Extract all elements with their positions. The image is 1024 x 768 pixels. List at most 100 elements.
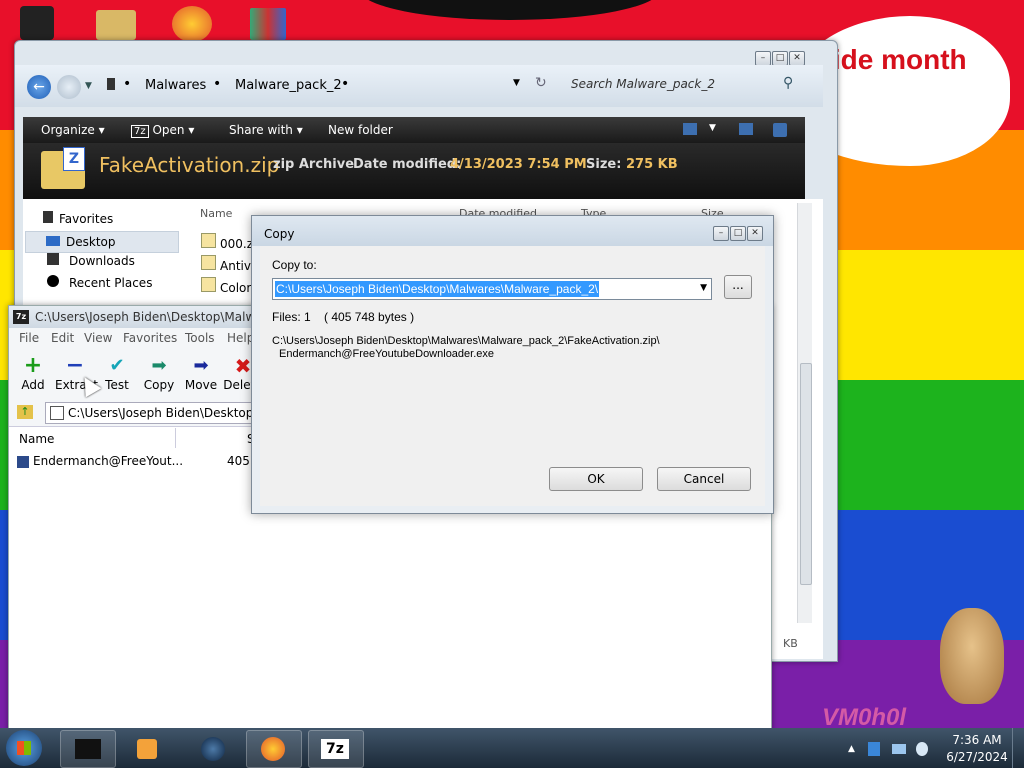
nav-item-desktop[interactable]: Desktop bbox=[25, 231, 179, 253]
minimize-button[interactable]: – bbox=[755, 51, 771, 66]
copy-to-combobox[interactable]: C:\Users\Joseph Biden\Desktop\Malwares\M… bbox=[272, 278, 712, 300]
tray-app-icon[interactable] bbox=[868, 742, 880, 756]
taskbar-7zip-button[interactable]: 7z bbox=[308, 730, 364, 768]
preview-pane-icon[interactable] bbox=[739, 123, 753, 135]
breadcrumb-separator: • bbox=[341, 76, 350, 92]
file-row[interactable]: Antivi bbox=[201, 255, 254, 273]
show-desktop-button[interactable] bbox=[1012, 728, 1024, 768]
clock-time[interactable]: 7:36 AM bbox=[952, 733, 1002, 747]
recent-places-icon bbox=[47, 275, 59, 287]
organize-button[interactable]: Organize ▾ bbox=[41, 123, 105, 137]
address-dropdown-icon[interactable]: ▼ bbox=[513, 78, 520, 88]
breadcrumb-malware-pack-2[interactable]: Malware_pack_2 bbox=[235, 78, 342, 93]
clock-date[interactable]: 6/27/2024 bbox=[944, 750, 1010, 764]
black-box-icon bbox=[75, 739, 101, 759]
desktop-icon-books[interactable] bbox=[250, 8, 286, 40]
7zip-title: C:\Users\Joseph Biden\Desktop\Malwares bbox=[35, 310, 281, 324]
plus-icon: + bbox=[23, 353, 43, 378]
windows-logo-icon bbox=[17, 741, 31, 755]
combobox-dropdown-icon[interactable]: ▼ bbox=[700, 283, 707, 293]
copy-dialog: Copy – □ ✕ Copy to: C:\Users\Joseph Bide… bbox=[251, 215, 774, 514]
files-info: Files: 1 ( 405 748 bytes ) bbox=[272, 310, 415, 324]
view-dropdown-icon[interactable]: ▼ bbox=[709, 123, 716, 133]
copy-button[interactable]: ➡ Copy bbox=[139, 348, 179, 393]
nav-item-downloads[interactable]: Downloads bbox=[47, 253, 135, 268]
7zip-app-icon: 7z bbox=[13, 310, 29, 324]
dialog-maximize-button[interactable]: □ bbox=[730, 226, 746, 241]
up-folder-icon[interactable]: ↑ bbox=[17, 405, 33, 419]
breadcrumb-separator: • bbox=[213, 76, 222, 92]
details-file-type: zip Archive bbox=[273, 157, 355, 172]
ok-button[interactable]: OK bbox=[549, 467, 643, 491]
show-hidden-icons-icon[interactable]: ▲ bbox=[848, 744, 855, 754]
menu-file[interactable]: File bbox=[19, 331, 39, 345]
address-bar[interactable]: • Malwares • Malware_pack_2 • ▼ ↻ bbox=[101, 73, 641, 97]
desktop-icon-firefox[interactable] bbox=[172, 6, 212, 42]
check-icon: ✔ bbox=[109, 355, 125, 376]
cancel-button[interactable]: Cancel bbox=[657, 467, 751, 491]
browse-button[interactable]: ... bbox=[724, 275, 752, 299]
maximize-button[interactable]: □ bbox=[772, 51, 788, 66]
details-pane: Z FakeActivation.zip zip Archive Date mo… bbox=[23, 143, 805, 199]
file-row[interactable]: Colorl bbox=[201, 277, 255, 295]
globe-icon bbox=[201, 737, 225, 761]
help-icon[interactable] bbox=[773, 123, 787, 137]
details-size-label: Size: bbox=[586, 157, 622, 172]
desktop-icon bbox=[46, 236, 60, 246]
column-header-name[interactable]: Name bbox=[200, 207, 232, 220]
7zip-column-header-name[interactable]: Name bbox=[19, 432, 54, 446]
copy-to-label: Copy to: bbox=[272, 258, 317, 272]
7z-icon: 7z bbox=[321, 739, 349, 759]
refresh-icon[interactable]: ↻ bbox=[535, 75, 547, 91]
menu-edit[interactable]: Edit bbox=[51, 331, 74, 345]
add-button[interactable]: + Add bbox=[13, 348, 53, 393]
history-dropdown-icon[interactable]: ▼ bbox=[85, 81, 92, 91]
view-options-icon[interactable] bbox=[683, 123, 697, 135]
source-path-line1: C:\Users\Joseph Biden\Desktop\Malwares\M… bbox=[272, 335, 660, 347]
column-divider bbox=[175, 428, 176, 448]
move-arrow-icon: ➡ bbox=[193, 355, 209, 376]
close-button[interactable]: ✕ bbox=[789, 51, 805, 66]
desktop-icon-trash[interactable] bbox=[20, 6, 54, 40]
source-path-line2: Endermanch@FreeYoutubeDownloader.exe bbox=[279, 348, 495, 360]
desktop-icon-folder[interactable] bbox=[96, 10, 136, 40]
menu-view[interactable]: View bbox=[84, 331, 112, 345]
taskbar-explorer-button[interactable] bbox=[60, 730, 116, 768]
system-tray: ▲ bbox=[848, 732, 938, 764]
breadcrumb-separator: • bbox=[123, 76, 132, 92]
explorer-nav-bar: ← ▼ • Malwares • Malware_pack_2 • ▼ ↻ Se… bbox=[15, 65, 823, 107]
open-button[interactable]: 7z Open ▾ bbox=[131, 123, 194, 138]
move-button[interactable]: ➡ Move bbox=[181, 348, 221, 393]
details-date-value: 4/13/2023 7:54 PM bbox=[450, 157, 587, 172]
vertical-scrollbar[interactable] bbox=[797, 203, 812, 623]
share-with-button[interactable]: Share with ▾ bbox=[229, 123, 303, 137]
nav-item-recent-places[interactable]: Recent Places bbox=[47, 275, 152, 290]
breadcrumb-malwares[interactable]: Malwares bbox=[145, 78, 206, 93]
zip-file-icon: Z bbox=[41, 147, 85, 189]
network-icon[interactable] bbox=[892, 744, 906, 754]
menu-favorites[interactable]: Favorites bbox=[123, 331, 177, 345]
new-folder-button[interactable]: New folder bbox=[328, 123, 393, 137]
firefox-icon bbox=[261, 737, 285, 761]
details-file-name: FakeActivation.zip bbox=[99, 153, 280, 177]
start-button[interactable] bbox=[6, 730, 42, 766]
details-size-value: 275 KB bbox=[626, 157, 678, 172]
taskbar: 7z ▲ 7:36 AM 6/27/2024 bbox=[0, 728, 1024, 768]
forward-button[interactable] bbox=[57, 75, 81, 99]
taskbar-media-player-button[interactable] bbox=[120, 730, 176, 768]
test-button[interactable]: ✔ Test bbox=[97, 348, 137, 393]
zip-icon bbox=[201, 255, 216, 270]
back-button[interactable]: ← bbox=[27, 75, 51, 99]
menu-tools[interactable]: Tools bbox=[185, 331, 215, 345]
favorites-header[interactable]: Favorites bbox=[43, 211, 113, 226]
taskbar-globe-button[interactable] bbox=[186, 730, 242, 768]
copy-to-path-value[interactable]: C:\Users\Joseph Biden\Desktop\Malwares\M… bbox=[275, 281, 600, 297]
size-fragment: KB bbox=[783, 637, 798, 650]
taskbar-firefox-button[interactable] bbox=[246, 730, 302, 768]
table-row[interactable]: Endermanch@FreeYout... bbox=[17, 454, 257, 472]
volume-icon[interactable] bbox=[916, 742, 928, 756]
dialog-close-button[interactable]: ✕ bbox=[747, 226, 763, 241]
details-date-label: Date modified: bbox=[353, 157, 462, 172]
search-input[interactable]: Search Malware_pack_2 bbox=[571, 77, 771, 91]
dialog-minimize-button[interactable]: – bbox=[713, 226, 729, 241]
